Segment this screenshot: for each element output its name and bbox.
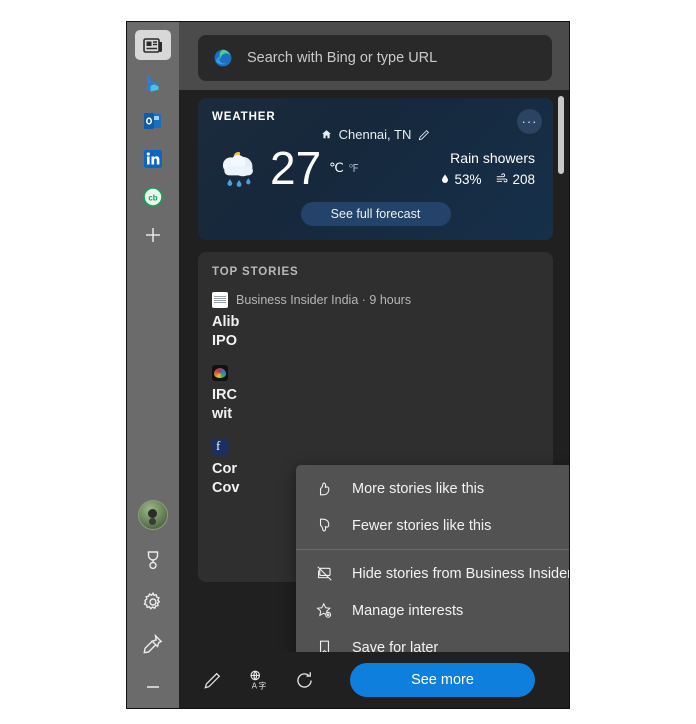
menu-separator — [296, 549, 569, 550]
weather-aqi: 208 — [495, 172, 535, 187]
home-icon — [320, 128, 333, 141]
story-context-menu[interactable]: More stories like this Fewer stories lik… — [296, 465, 569, 652]
rail-item-add-tool[interactable] — [135, 220, 171, 250]
story-headline: IRC wit — [212, 387, 237, 423]
scrollbar-thumb[interactable] — [558, 96, 564, 174]
profile-avatar[interactable] — [138, 500, 168, 530]
see-full-forecast-button[interactable]: See full forecast — [300, 202, 451, 226]
svg-text:字: 字 — [258, 680, 266, 690]
rail-item-coupons[interactable]: cb — [135, 182, 171, 212]
thumbs-down-icon — [314, 516, 334, 536]
see-more-button[interactable]: See more — [350, 663, 535, 697]
star-settings-icon — [314, 601, 334, 621]
weather-location[interactable]: Chennai, TN — [212, 127, 539, 142]
unit-celsius[interactable]: ℃ — [329, 160, 344, 177]
pencil-icon[interactable] — [417, 128, 431, 142]
menu-item-label: More stories like this — [352, 480, 485, 497]
medal-icon[interactable] — [141, 548, 165, 572]
rail-item-discover-feed[interactable] — [135, 30, 171, 60]
droplet-icon — [439, 172, 451, 186]
weather-more-button[interactable]: ··· — [517, 109, 542, 134]
hide-stories-icon — [314, 564, 334, 584]
weather-main-row: 27 ℃ ℉ Rain showers 53% 208 — [212, 144, 539, 192]
translate-button[interactable]: A 字 — [246, 668, 270, 692]
weather-card[interactable]: WEATHER ··· Chennai, TN 27 ℃ ℉ Rain show… — [198, 98, 553, 240]
gear-icon[interactable] — [141, 590, 165, 614]
story-meta: Business Insider India · 9 hours — [212, 292, 539, 308]
edge-logo-icon — [212, 47, 234, 69]
weather-details: Rain showers 53% 208 — [439, 150, 539, 187]
weather-humidity-value: 53% — [454, 171, 482, 187]
story-headline: Alib IPO — [212, 314, 240, 350]
coupons-cb-icon: cb — [141, 185, 165, 209]
pin-icon[interactable] — [141, 632, 165, 656]
weather-stats: 53% 208 — [439, 172, 535, 187]
weather-location-label: Chennai, TN — [338, 127, 412, 142]
linkedin-icon — [141, 147, 165, 171]
menu-item-label: Hide stories from Business Insider I... — [352, 565, 569, 582]
menu-item-label: Save for later — [352, 639, 439, 653]
story-source: Business Insider India · 9 hours — [236, 293, 412, 307]
bottom-toolbar: A 字 See more — [179, 652, 569, 708]
minimize-icon[interactable] — [141, 674, 165, 698]
story-meta — [212, 365, 539, 382]
rail-item-outlook[interactable] — [135, 106, 171, 136]
outlook-icon — [141, 109, 165, 133]
menu-item-save-for-later[interactable]: Save for later — [296, 629, 569, 652]
story-item[interactable]: IRC wit — [212, 365, 539, 424]
refresh-button[interactable] — [292, 668, 316, 692]
search-input[interactable]: Search with Bing or type URL — [198, 35, 552, 81]
menu-item-label: Fewer stories like this — [352, 517, 492, 534]
menu-item-label: Manage interests — [352, 602, 464, 619]
news-icon — [141, 33, 165, 57]
menu-item-manage-interests[interactable]: Manage interests — [296, 592, 569, 629]
weather-aqi-value: 208 — [512, 171, 535, 187]
weather-temperature: 27 — [270, 142, 322, 194]
story-item[interactable]: Business Insider India · 9 hours Alib IP… — [212, 292, 539, 351]
customize-button[interactable] — [200, 668, 224, 692]
weather-section-label: WEATHER — [212, 111, 276, 123]
night-rain-showers-icon — [212, 144, 268, 192]
sidebar-window: cb Search with Bing or type URL WEATHER … — [127, 22, 569, 708]
feed-scroll-area[interactable]: WEATHER ··· Chennai, TN 27 ℃ ℉ Rain show… — [179, 90, 569, 652]
menu-item-more-stories[interactable]: More stories like this — [296, 470, 569, 507]
top-stories-label: TOP STORIES — [212, 266, 299, 278]
unit-fahrenheit[interactable]: ℉ — [348, 161, 358, 175]
business-insider-icon — [212, 292, 228, 308]
search-area: Search with Bing or type URL — [179, 22, 569, 90]
feed-scrollbar[interactable] — [558, 96, 564, 404]
nbc-icon — [212, 365, 228, 382]
rail-item-bing-chat[interactable] — [135, 68, 171, 98]
financial-post-icon — [212, 438, 228, 455]
story-meta — [212, 438, 539, 455]
weather-humidity: 53% — [439, 172, 481, 187]
svg-text:A: A — [252, 681, 258, 690]
menu-item-hide-stories[interactable]: Hide stories from Business Insider I... — [296, 555, 569, 592]
weather-description: Rain showers — [450, 149, 535, 166]
thumbs-up-icon — [314, 479, 334, 499]
svg-text:cb: cb — [148, 193, 157, 202]
bookmark-icon — [314, 638, 334, 652]
panel-content: Search with Bing or type URL WEATHER ···… — [179, 22, 569, 708]
rail-item-linkedin[interactable] — [135, 144, 171, 174]
search-placeholder: Search with Bing or type URL — [247, 50, 438, 66]
app-rail: cb — [127, 22, 179, 708]
air-quality-icon — [495, 172, 509, 186]
menu-item-fewer-stories[interactable]: Fewer stories like this — [296, 507, 569, 544]
weather-unit-toggle[interactable]: ℃ ℉ — [329, 159, 359, 177]
plus-icon — [141, 223, 165, 247]
bing-icon — [141, 71, 165, 95]
